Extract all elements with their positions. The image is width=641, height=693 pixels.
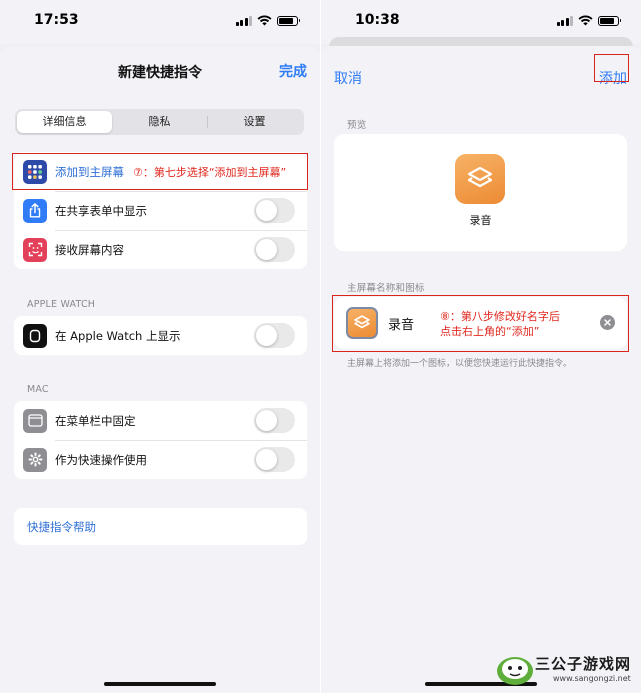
cellular-signal-icon bbox=[556, 15, 573, 26]
shortcuts-layers-icon bbox=[467, 166, 493, 188]
wifi-icon bbox=[257, 15, 272, 26]
battery-icon bbox=[598, 15, 621, 26]
share-sheet-row: 在共享表单中显示 bbox=[14, 191, 307, 230]
new-shortcut-sheet: 新建快捷指令 完成 详细信息 隐私 设置 添加到主屏幕 ⑦：第七步选择“添加到主… bbox=[0, 47, 320, 693]
quick-action-row: 作为快速操作使用 bbox=[14, 440, 307, 479]
show-on-watch-label: 在 Apple Watch 上显示 bbox=[55, 328, 181, 343]
apple-watch-heading: APPLE WATCH bbox=[27, 299, 96, 310]
status-time: 17:53 bbox=[34, 12, 79, 28]
quick-action-toggle[interactable] bbox=[254, 447, 295, 472]
receive-screen-row: 接收屏幕内容 bbox=[14, 230, 307, 269]
right-phone-screen: 10:38 取消 添加 预览 录音 主屏幕名称和图标 录音 ⑧：第八步修改好名字… bbox=[321, 0, 641, 693]
preview-name: 录音 bbox=[469, 214, 492, 227]
status-icons bbox=[235, 15, 300, 26]
apple-watch-icon bbox=[23, 323, 47, 348]
pin-menu-bar-label: 在菜单栏中固定 bbox=[55, 413, 136, 428]
pin-menu-bar-row: 在菜单栏中固定 bbox=[14, 401, 307, 440]
apple-watch-group: 在 Apple Watch 上显示 bbox=[14, 316, 307, 355]
cancel-button[interactable]: 取消 bbox=[334, 68, 362, 88]
receive-screen-label: 接收屏幕内容 bbox=[55, 242, 124, 257]
wifi-icon bbox=[578, 15, 593, 26]
mac-group: 在菜单栏中固定 作为快速操作使用 bbox=[14, 401, 307, 479]
screen-capture-icon bbox=[23, 237, 47, 262]
preview-heading: 预览 bbox=[347, 120, 367, 131]
footnote: 主屏幕上将添加一个图标，以便您快速运行此快捷指令。 bbox=[347, 359, 573, 369]
tab-settings[interactable]: 设置 bbox=[207, 111, 302, 133]
shortcuts-help-link[interactable]: 快捷指令帮助 bbox=[14, 508, 307, 545]
sheet-header: 新建快捷指令 完成 bbox=[0, 47, 320, 93]
preview-card: 录音 bbox=[334, 134, 627, 251]
menu-bar-icon bbox=[23, 408, 47, 433]
shortcut-preview-icon bbox=[455, 154, 505, 204]
share-icon bbox=[23, 198, 47, 223]
home-name-heading: 主屏幕名称和图标 bbox=[347, 283, 425, 294]
screenshot-canvas: 17:53 新建快捷指令 完成 详细信息 隐私 设置 添加到主屏幕 ⑦：第七步选… bbox=[0, 0, 641, 693]
quick-action-label: 作为快速操作使用 bbox=[55, 452, 147, 467]
tab-privacy[interactable]: 隐私 bbox=[112, 111, 207, 133]
left-phone-screen: 17:53 新建快捷指令 完成 详细信息 隐私 设置 添加到主屏幕 ⑦：第七步选… bbox=[0, 0, 320, 693]
cellular-signal-icon bbox=[235, 15, 252, 26]
watermark-logo-icon bbox=[497, 657, 533, 685]
watermark-url: www.sangongzi.net bbox=[553, 674, 631, 683]
status-icons bbox=[556, 15, 621, 26]
gear-icon bbox=[23, 447, 47, 472]
battery-icon bbox=[277, 15, 300, 26]
share-sheet-toggle[interactable] bbox=[254, 198, 295, 223]
done-button[interactable]: 完成 bbox=[279, 61, 307, 81]
add-to-home-sheet: 取消 添加 预览 录音 主屏幕名称和图标 录音 ⑧：第八步修改好名字后 点击右上… bbox=[321, 46, 641, 693]
site-watermark: 三公子游戏网 www.sangongzi.net bbox=[495, 649, 635, 689]
add-button-highlight-box bbox=[594, 54, 629, 82]
receive-screen-toggle[interactable] bbox=[254, 237, 295, 262]
tab-details[interactable]: 详细信息 bbox=[17, 111, 112, 133]
pin-menu-bar-toggle[interactable] bbox=[254, 408, 295, 433]
share-sheet-label: 在共享表单中显示 bbox=[55, 203, 147, 218]
show-on-watch-row: 在 Apple Watch 上显示 bbox=[14, 316, 307, 355]
name-highlight-box bbox=[332, 295, 629, 352]
show-on-watch-toggle[interactable] bbox=[254, 323, 295, 348]
annotation-highlight-box bbox=[12, 153, 308, 190]
segmented-control: 详细信息 隐私 设置 bbox=[15, 109, 304, 135]
status-bar: 17:53 bbox=[0, 0, 320, 44]
watermark-title: 三公子游戏网 bbox=[535, 655, 632, 673]
sheet-title: 新建快捷指令 bbox=[118, 65, 202, 81]
status-time: 10:38 bbox=[355, 12, 400, 28]
help-group: 快捷指令帮助 bbox=[14, 508, 307, 545]
mac-heading: MAC bbox=[27, 384, 49, 395]
home-indicator bbox=[104, 682, 216, 686]
